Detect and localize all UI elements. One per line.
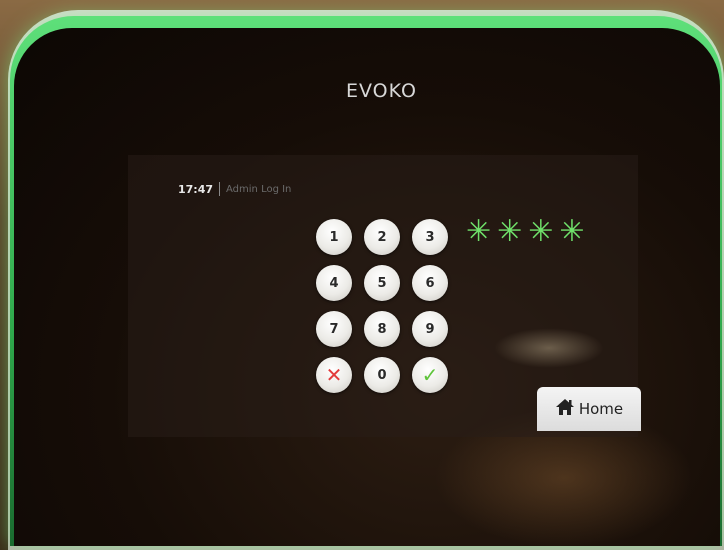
pin-digit: ✳ [559,214,585,249]
key-3[interactable]: 3 [412,219,448,255]
pin-display: ✳ ✳ ✳ ✳ [466,217,585,247]
key-9[interactable]: 9 [412,311,448,347]
pin-digit: ✳ [528,214,554,249]
confirm-button[interactable]: ✓ [412,357,448,393]
brand-logo: EVOKO [346,80,417,102]
clock: 17:47 [178,182,214,196]
key-7[interactable]: 7 [316,311,352,347]
divider [219,182,221,196]
key-0[interactable]: 0 [364,357,400,393]
check-icon: ✓ [421,363,439,387]
home-label: Home [578,400,624,418]
pin-keypad: 1 2 3 4 5 6 7 8 9 ✕ 0 ✓ [316,219,450,394]
pin-digit: ✳ [466,214,492,249]
key-1[interactable]: 1 [316,219,352,255]
key-4[interactable]: 4 [316,265,352,301]
home-icon [555,398,575,420]
topbar: 17:47 Admin Log In [178,182,291,196]
key-8[interactable]: 8 [364,311,400,347]
screen-title: Admin Log In [226,183,292,195]
key-5[interactable]: 5 [364,265,400,301]
key-2[interactable]: 2 [364,219,400,255]
close-icon: ✕ [325,363,343,387]
key-6[interactable]: 6 [412,265,448,301]
pin-digit: ✳ [497,214,523,249]
home-button[interactable]: Home [537,387,641,431]
cancel-button[interactable]: ✕ [316,357,352,393]
